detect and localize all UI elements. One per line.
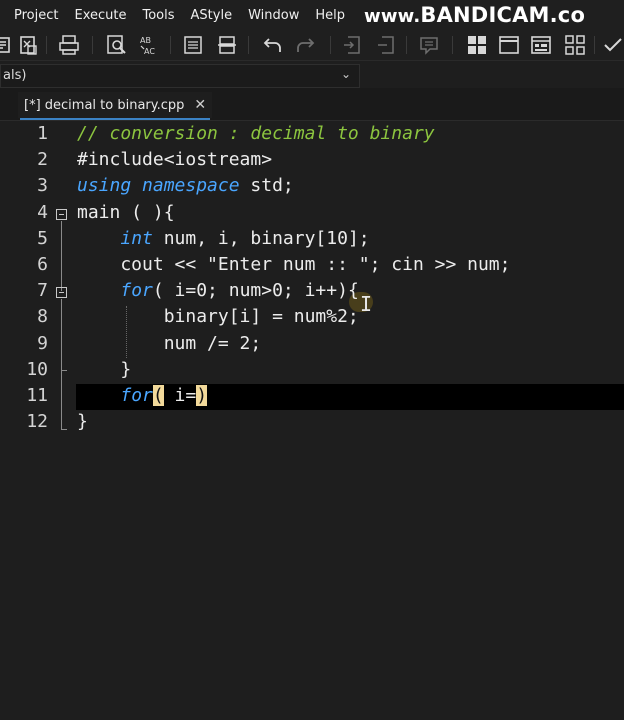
code-token: // conversion : decimal to binary [77, 123, 435, 144]
chevron-down-icon[interactable]: ⌄ [341, 67, 351, 81]
form-icon[interactable] [530, 34, 552, 56]
redo-icon[interactable] [294, 34, 316, 56]
insert-icon[interactable] [342, 34, 364, 56]
watermark-brand: BANDICAM [420, 3, 550, 27]
check-icon[interactable] [602, 34, 624, 56]
code-line: binary[i] = num%2; [77, 306, 359, 327]
line-number: 1 [37, 123, 48, 144]
code-token: num /= 2; [77, 332, 262, 354]
menu-project[interactable]: Project [0, 8, 66, 23]
code-token: num, i, binary[10]; [152, 227, 370, 249]
line-number-gutter: 1 2 3 4 5 6 7 8 9 10 11 12 [0, 122, 74, 720]
code-token: i= [163, 385, 197, 406]
comment-icon[interactable] [418, 34, 440, 56]
indent-icon[interactable] [182, 34, 204, 56]
code-line: main ( ){ [77, 202, 175, 223]
find-icon[interactable] [106, 34, 128, 56]
fold-collapse-icon[interactable] [56, 287, 67, 298]
replace-icon[interactable]: AB AC [138, 34, 160, 56]
line-number: 4 [37, 201, 48, 223]
code-token: using [77, 175, 132, 197]
remove-icon[interactable] [376, 34, 398, 56]
watermark-prefix: www. [364, 6, 421, 27]
tab-decimal-to-binary[interactable]: [*] decimal to binary.cpp ✕ [18, 92, 213, 118]
code-token: main ( ){ [77, 201, 175, 223]
editor-tab-bar: [*] decimal to binary.cpp ✕ [0, 88, 624, 121]
svg-text:AB: AB [140, 36, 151, 45]
text-cursor-icon: I [360, 292, 373, 316]
line-number: 6 [37, 254, 48, 275]
undo-icon[interactable] [262, 34, 284, 56]
line-number: 2 [37, 149, 48, 171]
menu-execute[interactable]: Execute [66, 8, 134, 23]
layout-grid-icon[interactable] [466, 34, 488, 56]
line-number: 5 [37, 227, 48, 249]
fold-end-marker [61, 429, 67, 430]
compile-run-icon[interactable] [18, 34, 40, 56]
menu-help[interactable]: Help [307, 8, 353, 23]
svg-text:AC: AC [144, 47, 155, 56]
active-tab-indicator [20, 118, 210, 120]
code-line: for( i=0; num>0; i++){ [77, 280, 359, 302]
code-line: cout << "Enter num :: "; cin >> num; [77, 254, 510, 275]
code-line: int num, i, binary[10]; [77, 227, 370, 249]
code-token: for [120, 385, 153, 406]
line-number: 12 [26, 411, 48, 433]
bandicam-watermark: www.BANDICAM.co [364, 3, 585, 27]
menu-astyle[interactable]: AStyle [183, 8, 241, 23]
menu-tools[interactable]: Tools [134, 8, 182, 23]
close-icon[interactable]: ✕ [194, 97, 206, 113]
code-line: num /= 2; [77, 332, 262, 354]
code-editor[interactable]: 1 2 3 4 5 6 7 8 9 10 11 12 I // conversion : decima… [0, 122, 624, 720]
function-combo-value: als) [3, 68, 27, 83]
fold-end-marker [61, 370, 67, 371]
fold-line [61, 221, 62, 291]
code-token: namespace [142, 175, 240, 197]
code-line: } [77, 359, 131, 380]
line-number: 10 [26, 358, 48, 380]
code-line: // conversion : decimal to binary [77, 123, 435, 144]
code-token: #include<iostream> [77, 149, 273, 171]
code-line: using namespace std; [77, 175, 294, 196]
toolbar: AB AC [0, 30, 624, 60]
code-line: } [77, 411, 88, 432]
code-token: ( [152, 385, 164, 406]
code-token: cout << "Enter num :: "; cin >> num; [77, 254, 511, 275]
line-number: 11 [26, 385, 48, 406]
line-number: 7 [37, 280, 48, 302]
watermark-suffix: .co [549, 3, 586, 27]
line-number: 3 [37, 175, 48, 197]
line-number: 9 [37, 332, 48, 354]
line-number: 8 [37, 306, 48, 328]
code-token: } [77, 411, 88, 433]
menu-window[interactable]: Window [240, 8, 307, 23]
code-token: std; [239, 175, 294, 197]
tab-label: [*] decimal to binary.cpp [24, 97, 185, 113]
code-token: for [120, 280, 153, 302]
code-line: for( i=) [77, 385, 208, 406]
code-token: int [120, 227, 153, 249]
tiles-icon[interactable] [564, 34, 586, 56]
function-combo[interactable]: als) ⌄ [0, 64, 360, 88]
fold-line [61, 299, 62, 429]
code-line: #include<iostream> [77, 149, 272, 170]
code-token: ( i=0; num>0; i++){ [152, 280, 359, 302]
fold-collapse-icon[interactable] [56, 209, 67, 220]
toggle-bookmark-icon[interactable] [216, 34, 238, 56]
window-icon[interactable] [498, 34, 520, 56]
toolbar-combo-row: als) ⌄ [0, 60, 624, 89]
print-icon[interactable] [58, 34, 80, 56]
compile-icon[interactable] [0, 34, 14, 56]
code-token: binary[i] = num%2; [77, 306, 359, 328]
code-token: ) [196, 385, 208, 406]
code-token: } [77, 358, 132, 380]
